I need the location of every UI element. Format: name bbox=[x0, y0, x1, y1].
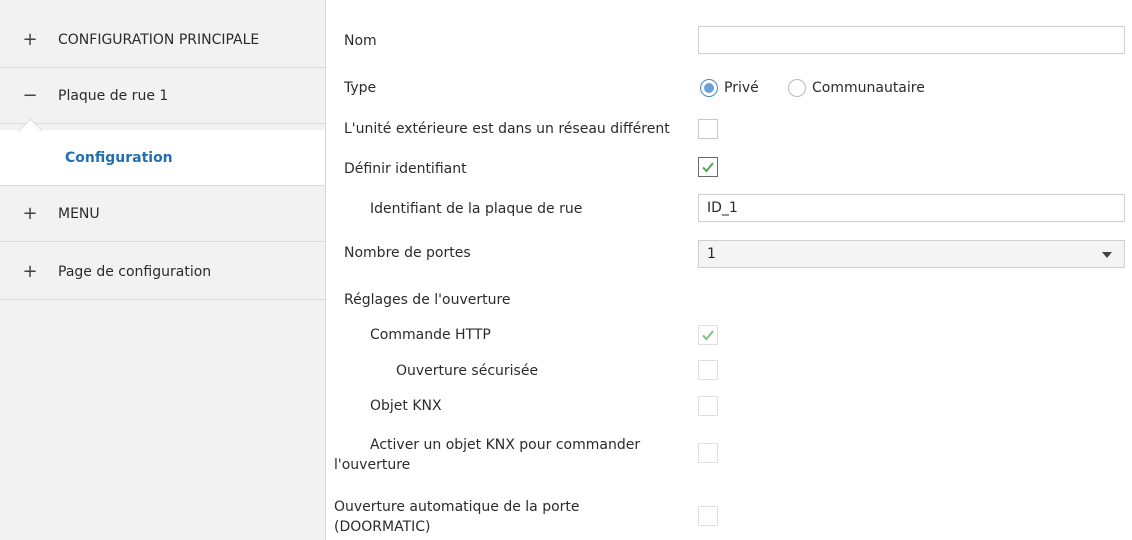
radio-communautaire-label: Communautaire bbox=[812, 80, 925, 96]
activate-knx-checkbox[interactable] bbox=[698, 443, 718, 463]
secure-opening-checkbox[interactable] bbox=[698, 360, 718, 380]
name-label: Nom bbox=[344, 33, 377, 49]
external-unit-label: L'unité extérieure est dans un réseau di… bbox=[344, 121, 670, 137]
collapse-minus-icon: − bbox=[22, 85, 38, 106]
name-input[interactable] bbox=[698, 26, 1125, 54]
secure-opening-label: Ouverture sécurisée bbox=[396, 363, 539, 379]
sidebar-item-menu[interactable]: + MENU bbox=[0, 186, 325, 242]
doormatic-checkbox[interactable] bbox=[698, 506, 718, 526]
sidebar-item-label: MENU bbox=[58, 205, 100, 222]
plate-id-label: Identifiant de la plaque de rue bbox=[370, 201, 583, 217]
opening-settings-heading: Réglages de l'ouverture bbox=[344, 292, 511, 308]
doormatic-label-line1: Ouverture automatique de la porte bbox=[334, 499, 580, 515]
plate-id-input[interactable] bbox=[698, 194, 1125, 222]
http-command-label: Commande HTTP bbox=[370, 327, 491, 343]
knx-object-checkbox[interactable] bbox=[698, 396, 718, 416]
sidebar: + CONFIGURATION PRINCIPALE − Plaque de r… bbox=[0, 0, 326, 540]
external-unit-checkbox[interactable] bbox=[698, 119, 718, 139]
sidebar-item-configuration[interactable]: Configuration bbox=[0, 130, 325, 186]
sidebar-item-label: Plaque de rue 1 bbox=[58, 87, 169, 104]
expand-plus-icon: + bbox=[22, 29, 38, 50]
http-command-checkbox[interactable] bbox=[698, 325, 718, 345]
expand-plus-icon: + bbox=[22, 203, 38, 224]
check-icon bbox=[702, 162, 714, 173]
sidebar-item-label: Page de configuration bbox=[58, 263, 212, 280]
define-id-label: Définir identifiant bbox=[344, 161, 467, 177]
radio-communautaire[interactable] bbox=[788, 79, 806, 97]
sidebar-item-plaque-de-rue-1[interactable]: − Plaque de rue 1 bbox=[0, 68, 325, 124]
sidebar-item-label: Configuration bbox=[65, 149, 173, 166]
check-icon bbox=[702, 330, 714, 341]
define-id-checkbox[interactable] bbox=[698, 157, 718, 177]
sidebar-item-label: CONFIGURATION PRINCIPALE bbox=[58, 31, 260, 48]
sidebar-item-configuration-principale[interactable]: + CONFIGURATION PRINCIPALE bbox=[0, 12, 325, 68]
doormatic-label-line2: (DOORMATIC) bbox=[334, 519, 431, 535]
doors-select-value: 1 bbox=[707, 246, 716, 262]
radio-prive-label: Privé bbox=[724, 80, 759, 96]
doors-select[interactable]: 1 bbox=[698, 240, 1125, 268]
activate-knx-label-line1: Activer un objet KNX pour commander bbox=[370, 437, 641, 453]
expand-plus-icon: + bbox=[22, 261, 38, 282]
chevron-down-icon bbox=[1102, 252, 1112, 258]
activate-knx-label-line2: l'ouverture bbox=[334, 457, 411, 473]
knx-object-label: Objet KNX bbox=[370, 398, 442, 414]
doors-label: Nombre de portes bbox=[344, 245, 471, 261]
configuration-form: Nom Type Privé Communautaire L'unité ext… bbox=[326, 0, 1132, 540]
radio-prive[interactable] bbox=[700, 79, 718, 97]
sidebar-item-page-de-configuration[interactable]: + Page de configuration bbox=[0, 244, 325, 300]
type-label: Type bbox=[344, 80, 377, 96]
